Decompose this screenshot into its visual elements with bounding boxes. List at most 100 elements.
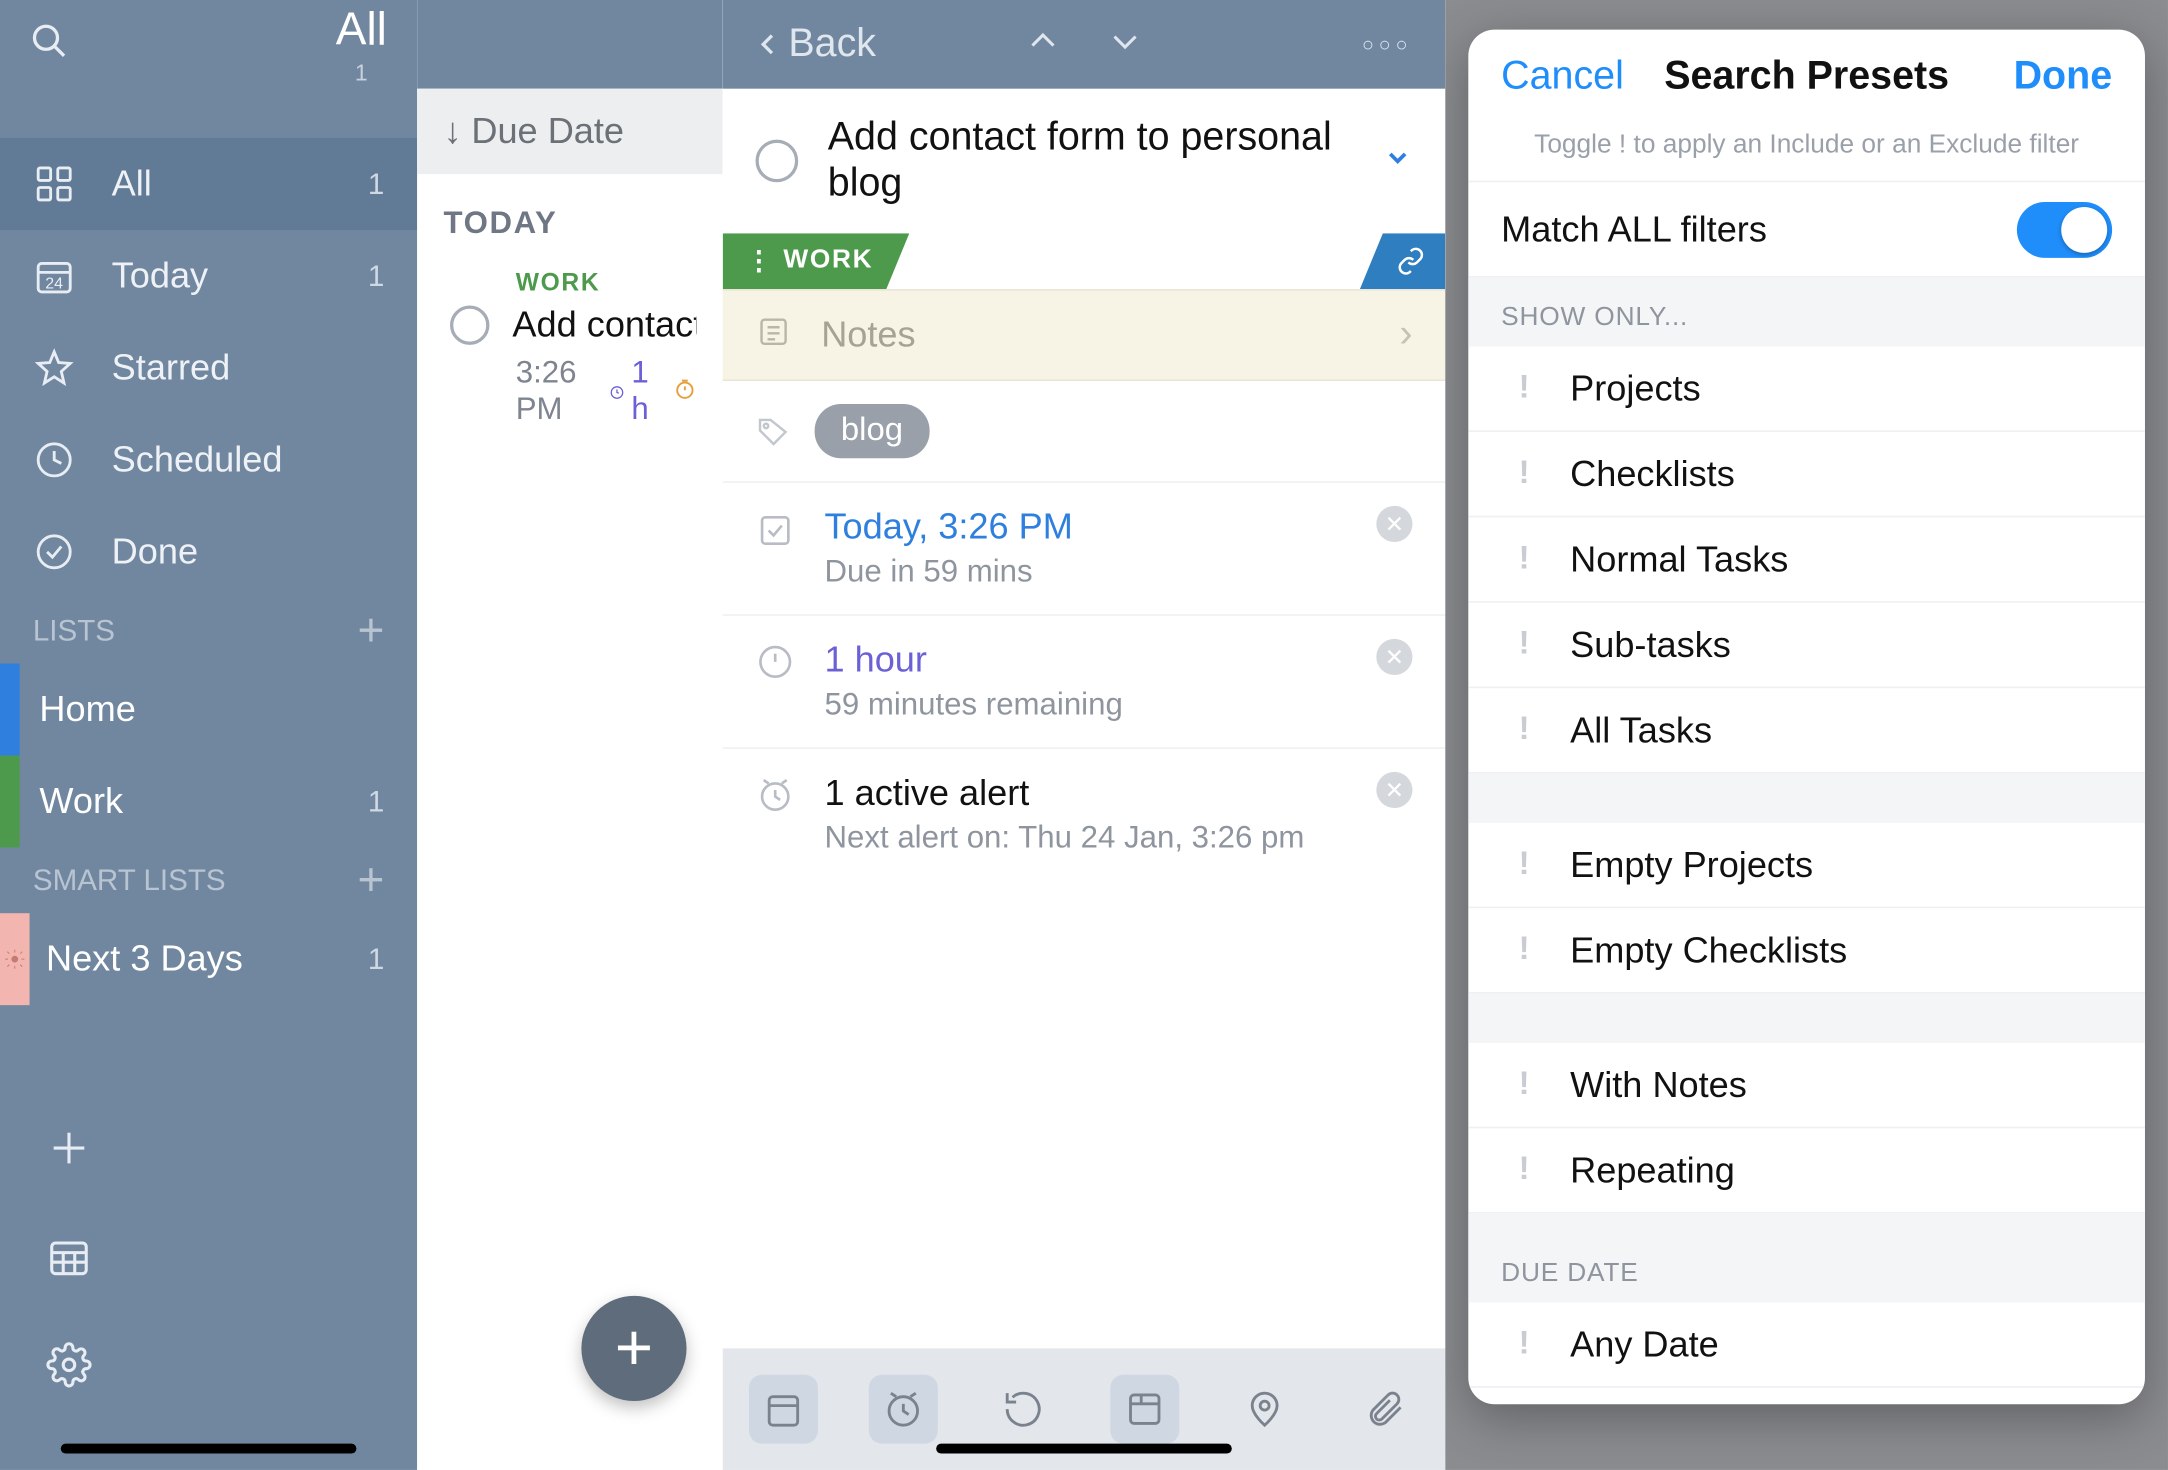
presets-pane: Cancel Search Presets Done Toggle ! to a… [1445, 0, 2168, 1470]
toggle-bang-icon[interactable]: ! [1501, 931, 1547, 969]
tags-row[interactable]: blog [723, 381, 1446, 481]
toolbar-attach-icon[interactable] [1351, 1375, 1420, 1444]
toolbar-repeat-icon[interactable] [989, 1375, 1058, 1444]
due-date-header: DUE DATE [1468, 1214, 2145, 1303]
preset-row[interactable]: !Projects [1468, 347, 2145, 432]
sidebar-item-label: Starred [112, 347, 231, 390]
toggle-bang-icon[interactable]: ! [1501, 455, 1547, 493]
done-button[interactable]: Done [2014, 54, 2113, 100]
task-list-tag: WORK [516, 269, 697, 297]
toggle-bang-icon[interactable]: ! [1501, 1325, 1547, 1363]
detail-task-title[interactable]: Add contact form to personal blog [828, 115, 1354, 207]
toolbar-subtasks-icon[interactable] [1110, 1375, 1179, 1444]
preset-row[interactable]: ! Repeating [1468, 1128, 2145, 1213]
duration-icon: 1 h [610, 356, 661, 428]
clear-duration-icon[interactable]: ✕ [1376, 639, 1412, 675]
back-button[interactable]: Back [756, 21, 876, 67]
toolbar-alarm-icon[interactable] [869, 1375, 938, 1444]
show-only-header: SHOW ONLY... [1468, 278, 2145, 347]
clear-alert-icon[interactable]: ✕ [1376, 772, 1412, 808]
toggle-bang-icon[interactable]: ! [1501, 846, 1547, 884]
notes-placeholder: Notes [821, 314, 1370, 357]
sidebar-item-count: 1 [368, 167, 384, 201]
clear-due-icon[interactable]: ✕ [1376, 506, 1412, 542]
modal-header: Cancel Search Presets Done [1468, 30, 2145, 125]
sidebar-item-scheduled[interactable]: Scheduled [0, 414, 417, 506]
preset-row[interactable]: ! Empty Checklists [1468, 908, 2145, 993]
gear-chip-icon [0, 913, 30, 1005]
toggle-bang-icon[interactable]: ! [1501, 540, 1547, 578]
preset-row[interactable]: !Empty Projects [1468, 823, 2145, 908]
match-all-row[interactable]: Match ALL filters [1468, 182, 2145, 277]
calendar-check-icon [756, 509, 795, 548]
preset-row[interactable]: ! Sub-tasks [1468, 603, 2145, 688]
home-indicator [936, 1444, 1232, 1454]
modal-hint: Toggle ! to apply an Include or an Exclu… [1468, 125, 2145, 182]
preset-row[interactable]: !Any Date [1468, 1302, 2145, 1387]
preset-label: Normal Tasks [1570, 538, 1788, 581]
toggle-bang-icon[interactable]: ! [1501, 370, 1547, 408]
sidebar-item-today[interactable]: 24 Today 1 [0, 230, 417, 322]
detail-title-row: Add contact form to personal blog [723, 89, 1446, 234]
task-row[interactable]: WORK Add contact form 3:26 PM 1 h [417, 259, 722, 438]
toolbar-calendar-icon[interactable] [748, 1375, 817, 1444]
tag-icon [756, 413, 792, 449]
toggle-bang-icon[interactable]: ! [1501, 1151, 1547, 1189]
preset-row[interactable]: !With Notes [1468, 1043, 2145, 1128]
list-home[interactable]: Home [0, 664, 417, 756]
sort-bar[interactable]: ↓ Due Date [417, 89, 722, 174]
toggle-bang-icon[interactable]: ! [1501, 626, 1547, 664]
sidebar-item-starred[interactable]: Starred [0, 322, 417, 414]
duration-main: 1 hour [824, 639, 1122, 682]
preset-label: Empty Checklists [1570, 929, 1847, 972]
list-color-stripe [0, 756, 20, 848]
svg-text:24: 24 [45, 275, 63, 292]
due-date-row[interactable]: Today, 3:26 PM Due in 59 mins ✕ [723, 481, 1446, 614]
list-flag[interactable]: ⋮WORK [723, 233, 910, 289]
list-work[interactable]: Work 1 [0, 756, 417, 848]
alert-sub: Next alert on: Thu 24 Jan, 3:26 pm [824, 821, 1304, 857]
list-label: Work [39, 780, 123, 823]
tag-pill[interactable]: blog [815, 404, 930, 458]
more-icon[interactable]: ○○○ [1362, 33, 1413, 56]
preset-label: Checklists [1570, 452, 1735, 495]
sidebar-item-all[interactable]: All 1 [0, 138, 417, 230]
add-button[interactable] [33, 1112, 105, 1184]
duration-row[interactable]: 1 hour 59 minutes remaining ✕ [723, 614, 1446, 747]
toggle-bang-icon[interactable]: ! [1501, 711, 1547, 749]
add-list-icon[interactable]: + [357, 604, 384, 657]
header-title[interactable]: All [0, 3, 417, 56]
prev-task-icon[interactable] [1025, 22, 1061, 66]
smart-list-next3days[interactable]: Next 3 Days 1 [0, 913, 417, 1005]
toggle-bang-icon[interactable]: ! [1501, 1066, 1547, 1104]
expand-icon[interactable] [1383, 142, 1413, 180]
notes-row[interactable]: Notes › [723, 289, 1446, 381]
prev-next-nav [1025, 22, 1143, 66]
add-smart-list-icon[interactable]: + [357, 854, 384, 907]
due-sub: Due in 59 mins [824, 555, 1072, 591]
next-task-icon[interactable] [1107, 22, 1143, 66]
preset-label: All Tasks [1570, 709, 1712, 752]
settings-button[interactable] [33, 1329, 105, 1401]
detail-task-checkbox[interactable] [756, 140, 799, 183]
sidebar-item-done[interactable]: Done [0, 506, 417, 598]
calendar-button[interactable] [33, 1220, 105, 1292]
smart-lists-header: SMART LISTS + [0, 847, 417, 913]
toolbar-location-icon[interactable] [1230, 1375, 1299, 1444]
link-flag[interactable] [1360, 233, 1445, 289]
detail-header: Back ○○○ [723, 0, 1446, 89]
add-task-fab[interactable]: + [581, 1296, 686, 1401]
duration-icon [756, 642, 795, 681]
alert-row[interactable]: 1 active alert Next alert on: Thu 24 Jan… [723, 747, 1446, 880]
task-checkbox[interactable] [450, 305, 489, 344]
section-header: TODAY [417, 174, 722, 259]
match-all-toggle[interactable] [2017, 201, 2112, 257]
cancel-button[interactable]: Cancel [1501, 54, 1624, 100]
preset-row[interactable]: ! Checklists [1468, 432, 2145, 517]
preset-label: Sub-tasks [1570, 623, 1731, 666]
preset-label: Repeating [1570, 1149, 1735, 1192]
preset-row[interactable]: ! All Tasks [1468, 688, 2145, 773]
sort-label: Due Date [471, 110, 624, 153]
list-color-stripe [0, 664, 20, 756]
preset-row[interactable]: ! Normal Tasks [1468, 517, 2145, 602]
